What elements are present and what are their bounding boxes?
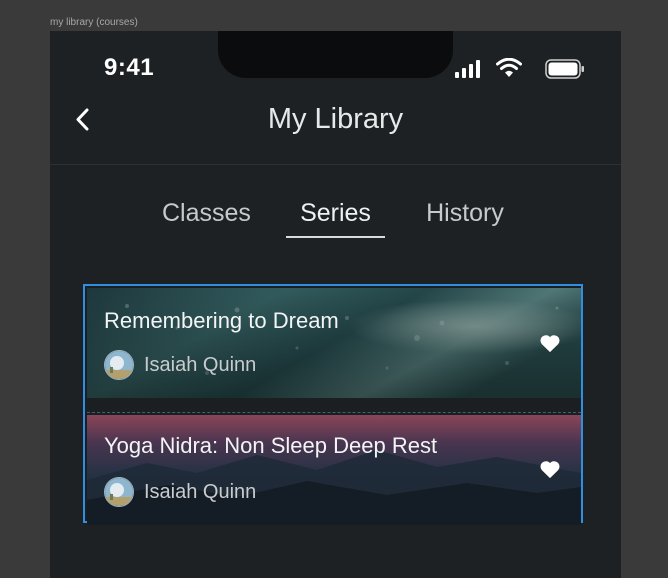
tab-history[interactable]: History	[420, 199, 510, 228]
wifi-icon	[496, 58, 522, 77]
device-notch	[218, 31, 453, 78]
avatar	[104, 350, 134, 380]
phone-screen: 9:41 My Library Classes Series History R…	[50, 31, 621, 578]
library-tabs: Classes Series History	[50, 199, 621, 239]
frame-label: my library (courses)	[50, 17, 138, 28]
series-card[interactable]: Yoga Nidra: Non Sleep Deep Rest Isaiah Q…	[87, 415, 581, 525]
series-title: Yoga Nidra: Non Sleep Deep Rest	[104, 433, 438, 458]
page-title: My Library	[267, 103, 404, 135]
series-cover-image	[87, 288, 581, 398]
avatar	[104, 477, 134, 507]
series-card[interactable]: Remembering to Dream Isaiah Quinn	[87, 288, 581, 398]
status-time: 9:41	[104, 54, 155, 81]
navigation-bar: My Library	[50, 95, 621, 165]
active-tab-indicator	[286, 236, 385, 238]
battery-icon	[545, 59, 584, 79]
series-cover-image	[87, 415, 581, 525]
heart-icon[interactable]	[539, 459, 561, 479]
tab-series[interactable]: Series	[286, 199, 385, 228]
card-divider	[87, 412, 581, 413]
tab-classes[interactable]: Classes	[162, 199, 251, 228]
heart-icon[interactable]	[539, 333, 561, 353]
author-name: Isaiah Quinn	[144, 354, 257, 376]
series-list: Remembering to Dream Isaiah Quinn Yoga N…	[83, 284, 583, 525]
series-title: Remembering to Dream	[104, 308, 339, 333]
signal-icon	[455, 60, 480, 78]
author-name: Isaiah Quinn	[144, 481, 257, 503]
